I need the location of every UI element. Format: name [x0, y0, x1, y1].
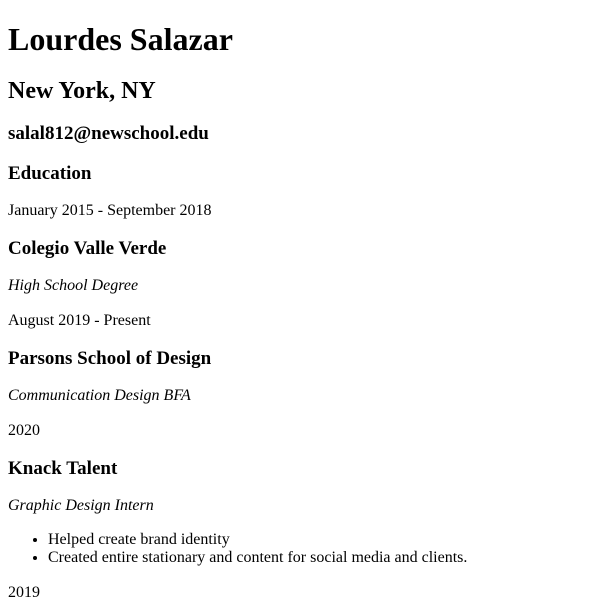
entry-organization: Colegio Valle Verde [8, 238, 167, 259]
entry-bullet-list: Helped create brand identity Created ent… [8, 531, 592, 567]
section-heading-education: Education [8, 163, 92, 184]
entry-organization: Parsons School of Design [8, 348, 212, 369]
entry-role: High School Degree [8, 277, 139, 294]
entry-organization: Knack Talent [8, 458, 118, 479]
entry-dates: 2020 [8, 422, 40, 439]
entry-dates: August 2019 - Present [8, 312, 151, 329]
entry-dates: 2019 [8, 584, 40, 601]
list-item: Created entire stationary and content fo… [48, 549, 592, 567]
location: New York, NY [8, 78, 156, 104]
email: salal812@newschool.edu [8, 123, 209, 144]
list-item: Helped create brand identity [48, 531, 592, 549]
entry-role: Communication Design BFA [8, 387, 191, 404]
entry-role: Graphic Design Intern [8, 497, 154, 514]
entry-dates: January 2015 - September 2018 [8, 202, 212, 219]
person-name: Lourdes Salazar [8, 21, 233, 57]
